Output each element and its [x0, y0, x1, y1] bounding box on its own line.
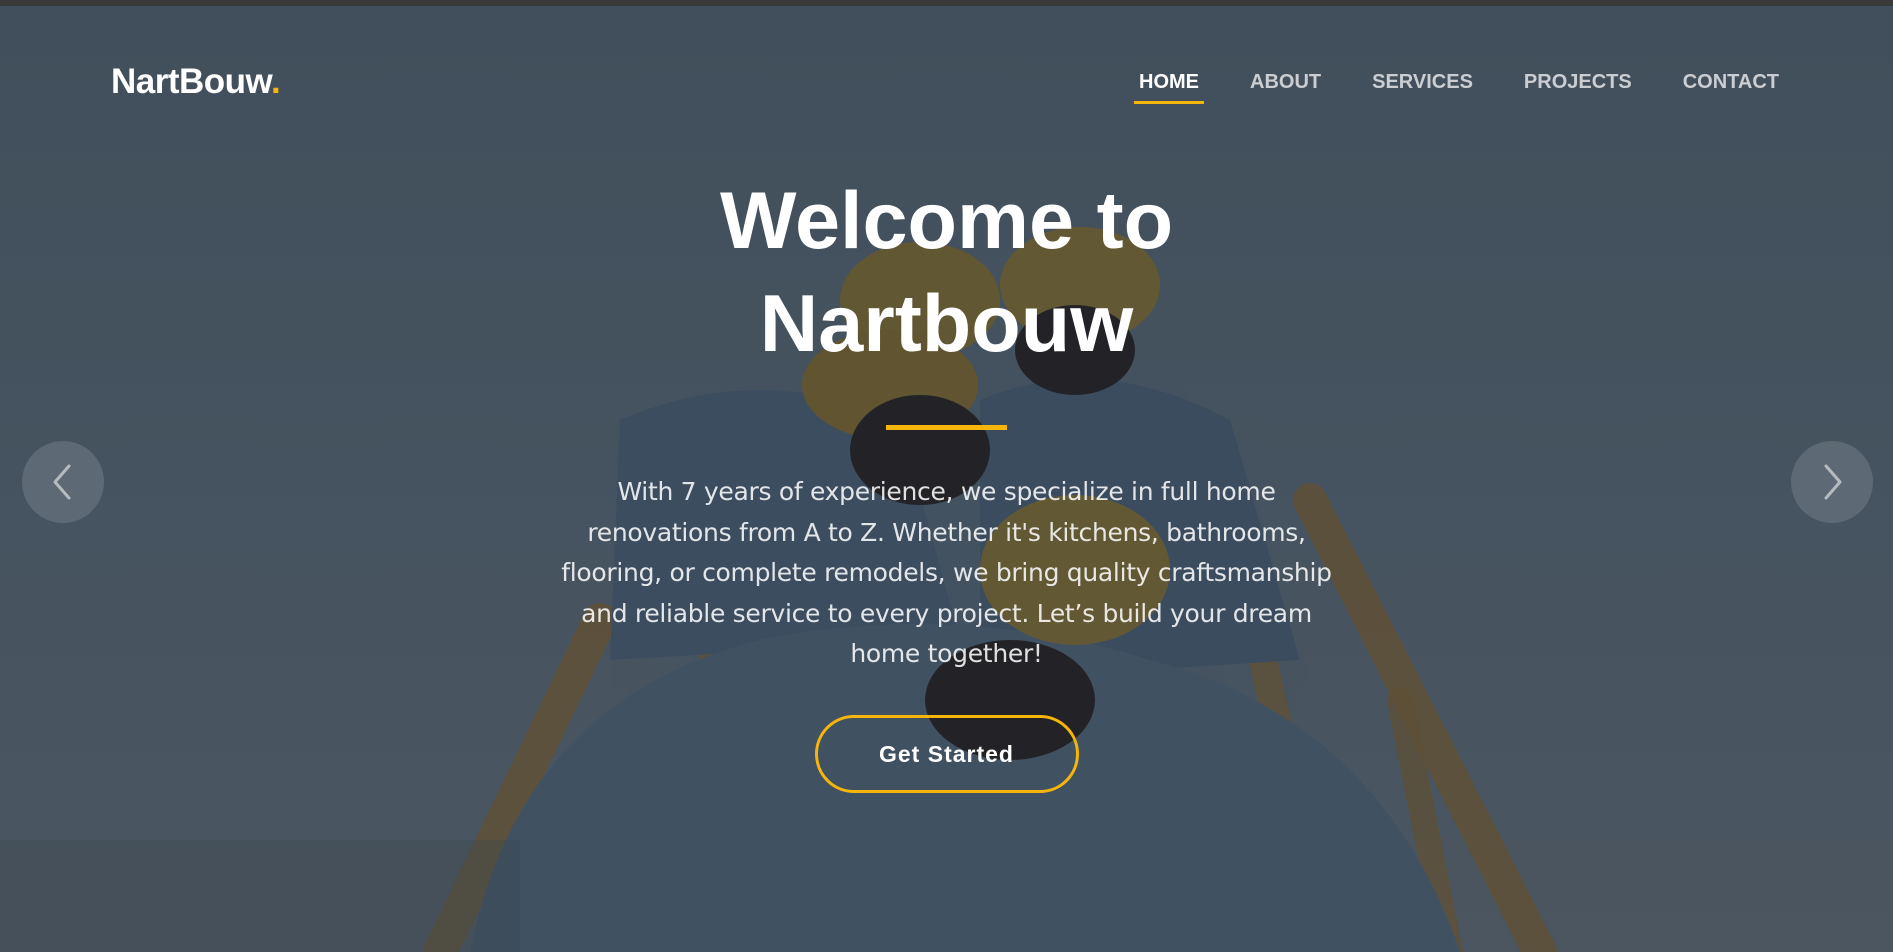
site-header: NartBouw. HOME ABOUT SERVICES PROJECTS C… — [0, 6, 1893, 126]
carousel-next-button[interactable] — [1791, 441, 1873, 523]
nav-item-home[interactable]: HOME — [1134, 70, 1205, 104]
hero-description: With 7 years of experience, we specializ… — [561, 477, 1332, 668]
brand-name: NartBouw — [111, 62, 271, 101]
chevron-right-icon — [1824, 464, 1842, 500]
nav-item-contact[interactable]: CONTACT — [1683, 70, 1779, 94]
nav-item-services[interactable]: SERVICES — [1372, 70, 1473, 94]
nav-item-projects[interactable]: PROJECTS — [1524, 70, 1632, 94]
brand-dot: . — [270, 62, 281, 101]
title-underline-accent — [886, 425, 1007, 430]
nav-item-about[interactable]: ABOUT — [1250, 70, 1321, 94]
hero-page: NartBouw. HOME ABOUT SERVICES PROJECTS C… — [0, 0, 1893, 952]
hero-section: Welcome to Nartbouw With 7 years of expe… — [0, 170, 1893, 793]
main-nav: HOME ABOUT SERVICES PROJECTS CONTACT — [1088, 70, 1779, 104]
browser-top-edge — [0, 0, 1893, 6]
hero-title: Welcome to Nartbouw — [719, 176, 1174, 369]
get-started-button[interactable]: Get Started — [814, 714, 1079, 793]
chevron-left-icon — [53, 464, 71, 500]
carousel-prev-button[interactable] — [22, 441, 104, 523]
brand-logo[interactable]: NartBouw. — [111, 62, 281, 102]
